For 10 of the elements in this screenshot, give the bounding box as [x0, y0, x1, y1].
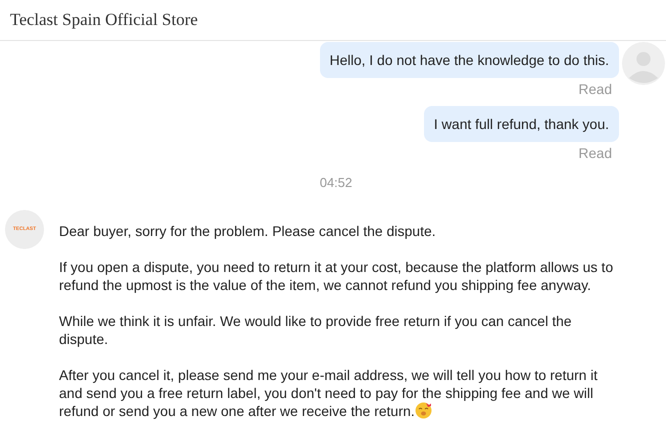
store-title: Teclast Spain Official Store: [10, 9, 198, 32]
message-paragraph: While we think it is unfair. We would like to provide free return if you can cancel the dispute.: [59, 312, 572, 346]
read-status: Read: [578, 144, 612, 162]
message-bubble: Hello, I do not have the knowledge to do this.: [320, 42, 619, 78]
message-paragraph: Dear buyer, sorry for the problem. Please cancel the dispute.: [59, 222, 436, 238]
message-bubble: I want full refund, thank you.: [424, 106, 619, 142]
message-paragraph: If you open a dispute, you need to return it at your cost, because the platform allows us to refund the upmost is the value of the item, we cannot refund you shipping fee anyway.: [59, 258, 614, 292]
timestamp: 04:52: [320, 174, 352, 192]
read-status: Read: [578, 80, 612, 98]
message-paragraph: After you cancel it, please send me your e-mail address, we will tell you how to return it and send you a free return label, you don't need to pay for the shipping fee and we will refund or send you a new one after we receive the return.: [59, 366, 598, 418]
